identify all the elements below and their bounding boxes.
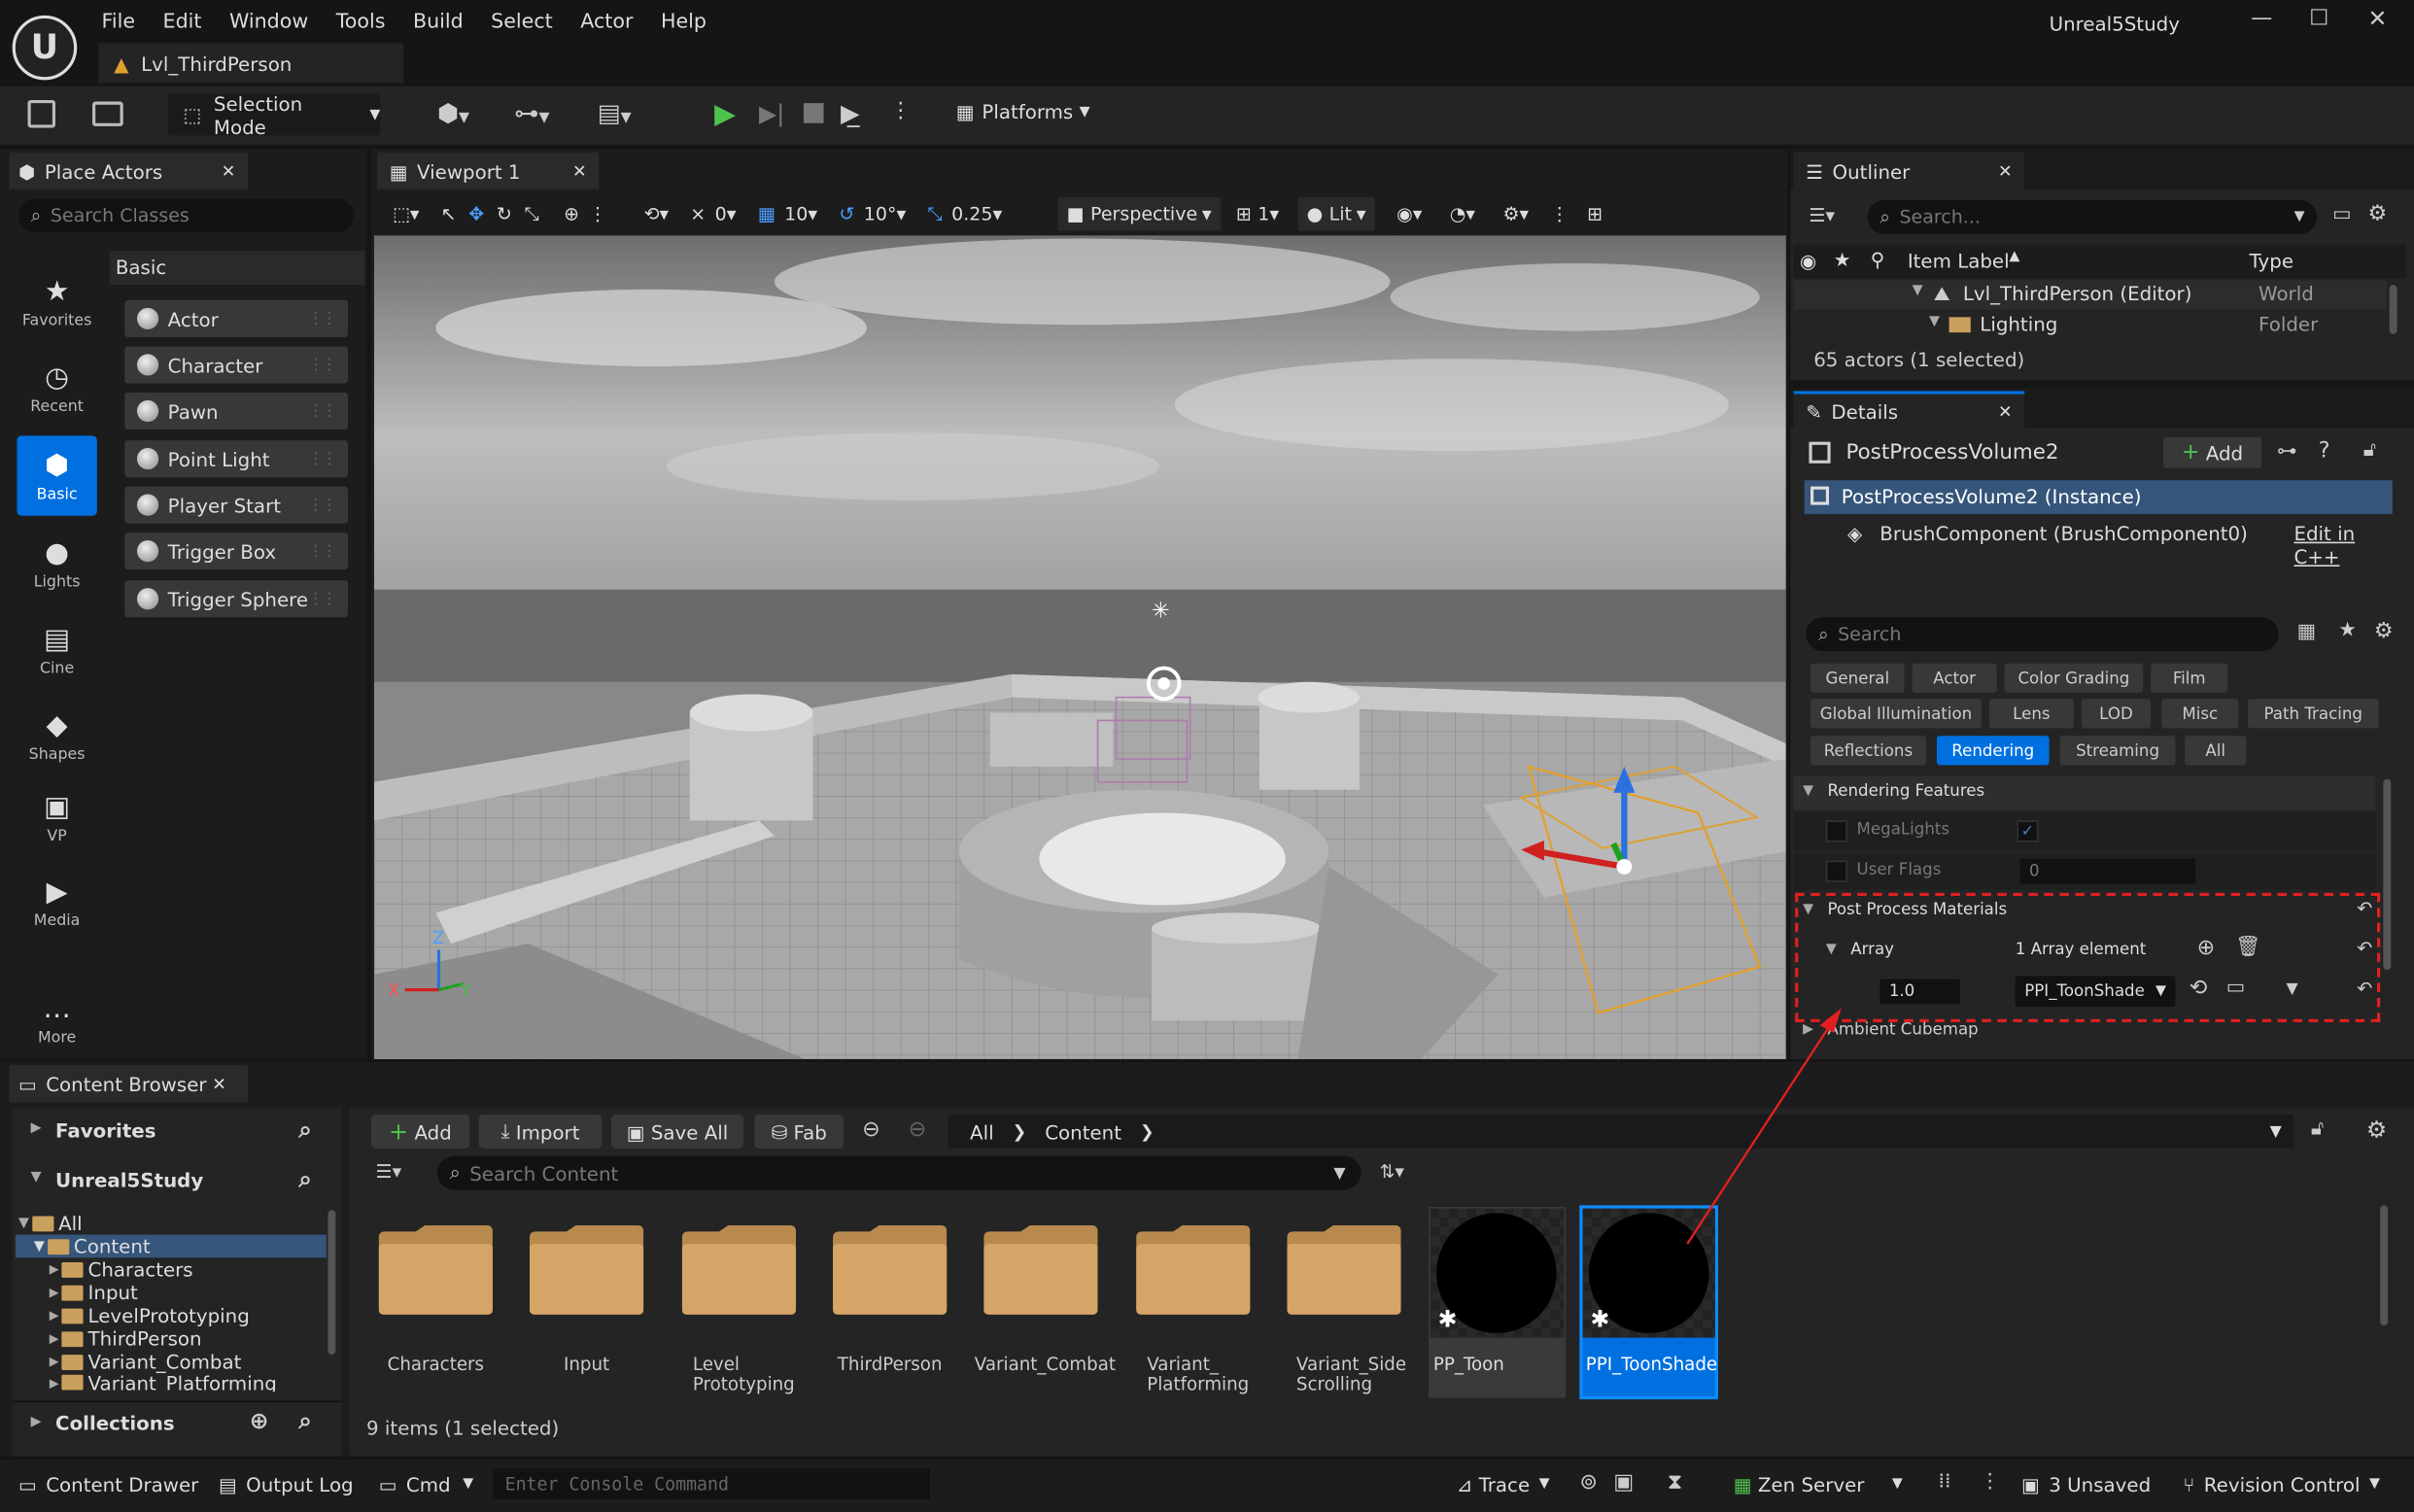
- output-log-icon: ▤: [218, 1472, 237, 1496]
- annotation-arrow: [1686, 1008, 1842, 1245]
- trace-dropdown[interactable]: ⊿ Trace ▼: [1457, 1465, 1550, 1502]
- console-input[interactable]: Enter Console Command: [492, 1468, 930, 1500]
- status-options-icon[interactable]: ⋮: [1980, 1470, 2000, 1494]
- cmd-icon: ▭: [378, 1472, 397, 1496]
- content-drawer-icon: ▭: [18, 1472, 37, 1496]
- record-icon[interactable]: ⊚: [1579, 1470, 1598, 1495]
- revision-control-dropdown[interactable]: ⑂ Revision Control ▼: [2183, 1465, 2380, 1502]
- output-log-label: Output Log: [246, 1472, 354, 1496]
- cmd-label: Cmd: [405, 1472, 451, 1496]
- unsaved-icon: ▣: [2021, 1472, 2040, 1496]
- unsaved-button[interactable]: ▣ 3 Unsaved: [2021, 1465, 2151, 1502]
- revision-label: Revision Control: [2203, 1472, 2361, 1496]
- zen-label: Zen Server: [1757, 1472, 1865, 1496]
- derived-data-icon[interactable]: ⧗: [1668, 1470, 1683, 1495]
- output-log-button[interactable]: ▤ Output Log: [219, 1465, 354, 1502]
- chevron-down-icon: ▼: [1891, 1476, 1903, 1493]
- chevron-down-icon: ▼: [2368, 1476, 2380, 1493]
- zen-icon: ▦: [1733, 1472, 1752, 1496]
- cmd-dropdown[interactable]: ▭ Cmd ▼: [379, 1465, 474, 1502]
- zen-server-dropdown[interactable]: ▦ Zen Server ▼: [1734, 1465, 1903, 1502]
- trace-label: Trace: [1478, 1472, 1531, 1496]
- unsaved-label: 3 Unsaved: [2049, 1472, 2152, 1496]
- revision-icon: ⑂: [2183, 1472, 2195, 1496]
- screenshot-icon[interactable]: ▣: [1613, 1470, 1634, 1495]
- chevron-down-icon: ▼: [1538, 1476, 1550, 1493]
- chevron-down-icon: ▼: [463, 1476, 474, 1493]
- network-icon[interactable]: ⁞⁞: [1939, 1470, 1951, 1494]
- trace-icon: ⊿: [1456, 1472, 1473, 1496]
- content-drawer-label: Content Drawer: [46, 1472, 199, 1496]
- content-drawer-button[interactable]: ▭ Content Drawer: [18, 1465, 198, 1502]
